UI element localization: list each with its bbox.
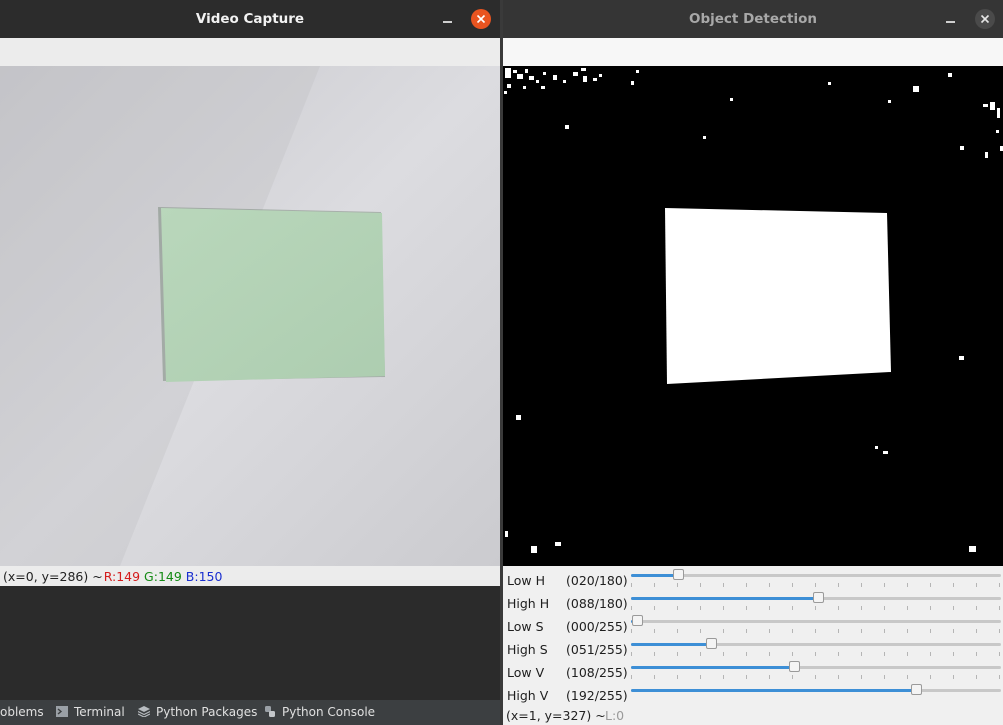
trackbar-value: (088/180) [566, 596, 628, 611]
trackbar-fill [631, 643, 711, 646]
threshold-mask-frame[interactable] [503, 66, 1003, 566]
trackbar-label: Low H [507, 573, 545, 588]
trackbar-high-h: High H (088/180) [503, 592, 1003, 615]
trackbar-label: High H [507, 596, 550, 611]
camera-image [0, 66, 500, 566]
trackbar-value: (192/255) [566, 688, 628, 703]
close-button[interactable] [471, 9, 491, 29]
trackbar-ticks [631, 629, 1001, 633]
trackbar-handle[interactable] [673, 569, 684, 580]
minimize-button[interactable] [438, 9, 458, 29]
pixel-red-value: R:149 [103, 569, 141, 584]
ide-tool-window-bar: oblems Terminal Python Packages Python C… [0, 700, 500, 725]
packages-icon [138, 706, 150, 717]
trackbar-fill [631, 574, 678, 577]
trackbar-fill [631, 666, 794, 669]
tab-problems-label: oblems [0, 705, 44, 719]
trackbar-track[interactable] [631, 592, 1001, 603]
pixel-level-value: L:0 [605, 708, 625, 723]
close-icon [980, 14, 990, 24]
tab-problems[interactable]: oblems [0, 705, 44, 719]
trackbar-track[interactable] [631, 569, 1001, 580]
trackbar-handle[interactable] [706, 638, 717, 649]
tab-python-packages[interactable]: Python Packages [138, 705, 257, 719]
trackbar-low-v: Low V (108/255) [503, 661, 1003, 684]
tab-terminal[interactable]: Terminal [56, 705, 125, 719]
trackbar-fill [631, 689, 916, 692]
object-detection-title: Object Detection [688, 11, 818, 27]
video-capture-titlebar[interactable]: Video Capture [0, 0, 500, 38]
python-console-icon [265, 706, 275, 717]
trackbar-track[interactable] [631, 615, 1001, 626]
video-toolbar [0, 38, 500, 66]
trackbar-low-s: Low S (000/255) [503, 615, 1003, 638]
close-button[interactable] [975, 9, 995, 29]
object-detection-titlebar[interactable]: Object Detection [503, 0, 1003, 38]
pixel-blue-value: B:150 [185, 569, 223, 584]
green-paper [161, 208, 385, 382]
trackbar-low-h: Low H (020/180) [503, 569, 1003, 592]
tab-python-console-label: Python Console [282, 705, 376, 719]
trackbar-high-s: High S (051/255) [503, 638, 1003, 661]
video-capture-window: Video Capture (x=0, y=286) ~ R:149 G:149… [0, 0, 500, 725]
trackbar-label: High V [507, 688, 549, 703]
trackbar-value: (051/255) [566, 642, 628, 657]
minimize-button[interactable] [941, 9, 961, 29]
trackbar-ticks [631, 583, 1001, 587]
video-status-bar: (x=0, y=286) ~ R:149 G:149 B:150 [0, 566, 500, 586]
pixel-coords: (x=1, y=327) ~ [506, 708, 606, 723]
trackbar-ticks [631, 652, 1001, 656]
pixel-green-value: G:149 [144, 569, 182, 584]
trackbar-value: (000/255) [566, 619, 628, 634]
tab-terminal-label: Terminal [74, 705, 125, 719]
detection-toolbar [503, 38, 1003, 66]
video-frame[interactable] [0, 66, 500, 566]
trackbar-track[interactable] [631, 661, 1001, 672]
video-capture-title: Video Capture [195, 11, 305, 27]
trackbar-handle[interactable] [789, 661, 800, 672]
trackbar-track[interactable] [631, 638, 1001, 649]
trackbar-ticks [631, 675, 1001, 679]
terminal-icon [56, 706, 68, 717]
trackbar-label: Low V [507, 665, 545, 680]
tab-python-packages-label: Python Packages [156, 705, 258, 719]
trackbar-handle[interactable] [911, 684, 922, 695]
threshold-mask-image [504, 68, 1003, 553]
trackbar-ticks [631, 606, 1001, 610]
trackbar-fill [631, 597, 818, 600]
trackbar-label: Low S [507, 619, 544, 634]
trackbar-value: (108/255) [566, 665, 628, 680]
trackbar-value: (020/180) [566, 573, 628, 588]
close-icon [476, 14, 486, 24]
detection-status-bar: (x=1, y=327) ~ L:0 [503, 704, 1003, 725]
detected-object-blob [665, 208, 891, 384]
trackbar-handle[interactable] [813, 592, 824, 603]
trackbar-label: High S [507, 642, 548, 657]
pixel-coords: (x=0, y=286) ~ [3, 569, 103, 584]
trackbar-track[interactable] [631, 684, 1001, 695]
object-detection-window: Object Detection Low H (020/180) High H … [503, 0, 1003, 725]
tab-python-console[interactable]: Python Console [264, 705, 375, 719]
trackbar-handle[interactable] [632, 615, 643, 626]
